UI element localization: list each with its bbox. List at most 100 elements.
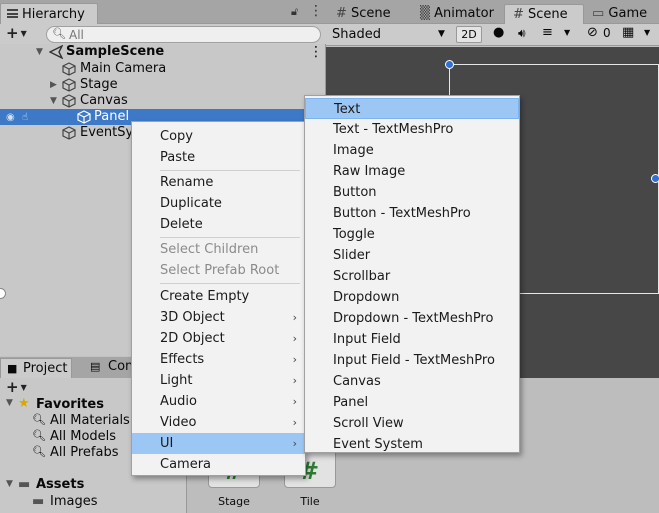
expand-arrow-icon[interactable]: ▼ <box>6 479 13 489</box>
chevron-right-icon: › <box>292 437 297 450</box>
favorite-item[interactable]: All Materials <box>50 413 130 428</box>
submenu-item-label: Toggle <box>333 227 375 242</box>
submenu-item-scrollbar[interactable]: Scrollbar <box>305 266 519 287</box>
menu-item-light[interactable]: Light › <box>132 370 305 391</box>
folder-item[interactable]: Images <box>50 494 98 509</box>
lighting-icon[interactable]: ● <box>493 25 504 40</box>
menu-item-label: Audio <box>160 394 197 409</box>
menu-item-label: Select Prefab Root <box>160 263 280 278</box>
menu-item-label: 3D Object <box>160 310 225 325</box>
tab-game[interactable]: ▭ Game <box>584 4 659 24</box>
toggle-2d-button[interactable]: 2D <box>456 26 482 43</box>
visibility-icon[interactable]: ◉ <box>6 110 15 126</box>
chevron-down-icon[interactable]: ▼ <box>644 28 650 37</box>
folder-icon: ▬ <box>18 477 31 492</box>
effects-icon[interactable]: ≡ <box>542 25 553 40</box>
submenu-item-label: Image <box>333 143 374 158</box>
lock-icon[interactable]: 🔓︎ <box>291 5 298 19</box>
search-input[interactable] <box>69 28 309 41</box>
menu-item-label: Delete <box>160 217 203 232</box>
menu-item-video[interactable]: Video › <box>132 412 305 433</box>
submenu-item-label: Scrollbar <box>333 269 391 284</box>
menu-item-effects[interactable]: Effects › <box>132 349 305 370</box>
menu-item-audio[interactable]: Audio › <box>132 391 305 412</box>
submenu-item-label: Input Field <box>333 332 401 347</box>
submenu-item-button[interactable]: Button <box>305 182 519 203</box>
favorite-item[interactable]: All Prefabs <box>50 445 119 460</box>
hierarchy-item-main-camera[interactable]: Main Camera <box>0 61 326 77</box>
tab-console[interactable]: Con <box>108 359 133 374</box>
scene-name: SampleScene <box>66 44 165 59</box>
submenu-item-input-field[interactable]: Input Field <box>305 329 519 350</box>
drag-handle[interactable] <box>0 288 6 299</box>
kebab-menu-icon[interactable]: ⋮ <box>309 3 323 19</box>
submenu-item-slider[interactable]: Slider <box>305 245 519 266</box>
hierarchy-item-label: Canvas <box>80 93 128 108</box>
shading-mode-dropdown[interactable]: Shaded ▼ <box>328 25 448 44</box>
menu-item-paste[interactable]: Paste <box>132 147 305 168</box>
expand-arrow-icon[interactable]: ▼ <box>36 44 43 60</box>
assets-label[interactable]: Assets <box>36 477 84 492</box>
menu-item-delete[interactable]: Delete <box>132 214 305 235</box>
menu-item-label: Copy <box>160 129 193 144</box>
tab-hierarchy[interactable]: Hierarchy <box>0 3 98 24</box>
menu-item-rename[interactable]: Rename <box>132 172 305 193</box>
submenu-item-dropdown-tmp[interactable]: Dropdown - TextMeshPro <box>305 308 519 329</box>
audio-icon[interactable]: 🔊︎ <box>518 26 526 41</box>
submenu-item-input-field-tmp[interactable]: Input Field - TextMeshPro <box>305 350 519 371</box>
menu-item-copy[interactable]: Copy <box>132 126 305 147</box>
expand-arrow-icon[interactable]: ▼ <box>50 93 57 109</box>
create-dropdown-button[interactable]: + ▼ <box>6 24 27 42</box>
menu-item-label: Effects <box>160 352 205 367</box>
context-menu: Copy Paste Rename Duplicate Delete Selec… <box>131 121 306 476</box>
collapse-arrow-icon[interactable]: ▶ <box>50 77 57 93</box>
chevron-right-icon: › <box>292 332 297 345</box>
rect-handle[interactable] <box>651 174 659 183</box>
chevron-right-icon: › <box>292 395 297 408</box>
submenu-item-label: Text <box>334 102 361 117</box>
grid-icon[interactable]: ▦ <box>622 25 634 40</box>
submenu-item-scroll-view[interactable]: Scroll View <box>305 413 519 434</box>
pickable-icon[interactable]: ☝︎ <box>22 110 28 126</box>
favorite-item[interactable]: All Models <box>50 429 116 444</box>
submenu-item-dropdown[interactable]: Dropdown <box>305 287 519 308</box>
search-icon: 🔍︎ <box>52 27 66 40</box>
tab-project[interactable]: ■ Project <box>0 358 72 378</box>
submenu-item-raw-image[interactable]: Raw Image <box>305 161 519 182</box>
chevron-down-icon[interactable]: ▼ <box>564 28 570 37</box>
scene-kebab-icon[interactable]: ⋮ <box>309 44 323 60</box>
chevron-right-icon: › <box>292 311 297 324</box>
create-asset-button[interactable]: + ▼ <box>6 378 27 396</box>
submenu-item-canvas[interactable]: Canvas <box>305 371 519 392</box>
expand-arrow-icon[interactable]: ▼ <box>6 398 13 408</box>
submenu-item-button-tmp[interactable]: Button - TextMeshPro <box>305 203 519 224</box>
submenu-item-image[interactable]: Image <box>305 140 519 161</box>
menu-item-2d-object[interactable]: 2D Object › <box>132 328 305 349</box>
search-field[interactable]: 🔍︎ <box>46 26 321 43</box>
menu-item-ui[interactable]: UI › <box>132 433 305 454</box>
menu-item-label: Select Children <box>160 242 259 257</box>
rect-handle[interactable] <box>445 60 454 69</box>
submenu-item-text[interactable]: Text <box>305 98 519 119</box>
tab-label: Game <box>608 6 648 21</box>
submenu-item-panel[interactable]: Panel <box>305 392 519 413</box>
tab-animator[interactable]: ▒ Animator <box>412 4 504 24</box>
hierarchy-item-stage[interactable]: ▶ Stage <box>0 77 326 93</box>
tab-scene-2[interactable]: # Scene <box>504 4 584 24</box>
menu-item-duplicate[interactable]: Duplicate <box>132 193 305 214</box>
menu-item-camera[interactable]: Camera <box>132 454 305 475</box>
scene-root-row[interactable]: ▼ SampleScene ⋮ <box>0 44 326 60</box>
submenu-item-toggle[interactable]: Toggle <box>305 224 519 245</box>
hierarchy-item-label: Main Camera <box>80 61 167 76</box>
menu-item-create-empty[interactable]: Create Empty <box>132 286 305 307</box>
star-icon: ★ <box>18 396 30 411</box>
submenu-item-text-tmp[interactable]: Text - TextMeshPro <box>305 119 519 140</box>
tab-scene-1[interactable]: # Scene <box>328 4 412 24</box>
tab-label: Hierarchy <box>22 7 85 22</box>
hidden-objects-icon[interactable]: ⊘ <box>587 25 598 40</box>
menu-item-3d-object[interactable]: 3D Object › <box>132 307 305 328</box>
submenu-item-event-system[interactable]: Event System <box>305 434 519 455</box>
favorites-label[interactable]: Favorites <box>36 397 104 412</box>
folder-icon: ■ <box>7 362 18 375</box>
hierarchy-item-canvas[interactable]: ▼ Canvas <box>0 93 326 109</box>
